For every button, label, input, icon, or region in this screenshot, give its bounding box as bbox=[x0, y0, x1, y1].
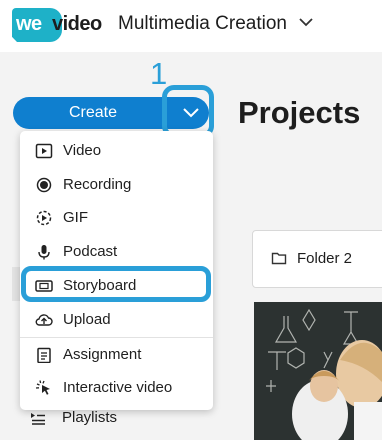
chevron-down-icon[interactable] bbox=[298, 17, 314, 27]
clipboard-icon bbox=[37, 347, 51, 363]
wevideo-logo[interactable]: we video bbox=[12, 8, 102, 42]
menu-item-assignment[interactable]: Assignment bbox=[20, 338, 213, 372]
project-thumbnail[interactable] bbox=[254, 302, 382, 440]
menu-item-gif[interactable]: GIF bbox=[20, 201, 213, 235]
folder-card[interactable]: Folder 2 bbox=[252, 230, 382, 288]
menu-item-label: GIF bbox=[63, 209, 88, 226]
record-icon bbox=[36, 177, 52, 193]
cursor-click-icon bbox=[35, 380, 50, 395]
menu-item-video[interactable]: Video bbox=[20, 134, 213, 168]
workspace-name[interactable]: Multimedia Creation bbox=[118, 13, 287, 35]
lab-image bbox=[254, 302, 382, 440]
folder-name: Folder 2 bbox=[297, 250, 353, 267]
page-title: Projects bbox=[238, 95, 361, 130]
logo-we: we bbox=[16, 13, 42, 35]
menu-item-label: Video bbox=[63, 142, 102, 159]
highlight-ring bbox=[21, 266, 211, 302]
microphone-icon bbox=[38, 245, 50, 260]
create-button[interactable]: Create bbox=[13, 97, 173, 129]
gif-icon bbox=[36, 210, 52, 226]
top-bar: we video Multimedia Creation bbox=[0, 0, 382, 52]
menu-item-podcast[interactable]: Podcast bbox=[20, 235, 213, 269]
menu-item-label: Recording bbox=[63, 176, 132, 193]
logo-video: video bbox=[52, 13, 102, 35]
play-square-icon bbox=[35, 143, 53, 159]
cloud-upload-icon bbox=[35, 314, 53, 326]
playlist-icon bbox=[31, 413, 45, 425]
menu-item-upload[interactable]: Upload bbox=[20, 303, 213, 337]
sidebar-item-label: Playlists bbox=[62, 409, 118, 426]
menu-item-label: Interactive video bbox=[63, 379, 173, 396]
menu-item-label: Upload bbox=[63, 311, 111, 328]
folder-icon bbox=[271, 252, 287, 265]
menu-item-label: Assignment bbox=[63, 346, 142, 363]
menu-item-label: Podcast bbox=[63, 243, 118, 260]
step-number-1: 1 bbox=[150, 56, 168, 91]
menu-item-recording[interactable]: Recording bbox=[20, 168, 213, 202]
menu-item-interactive-video[interactable]: Interactive video bbox=[20, 371, 213, 405]
